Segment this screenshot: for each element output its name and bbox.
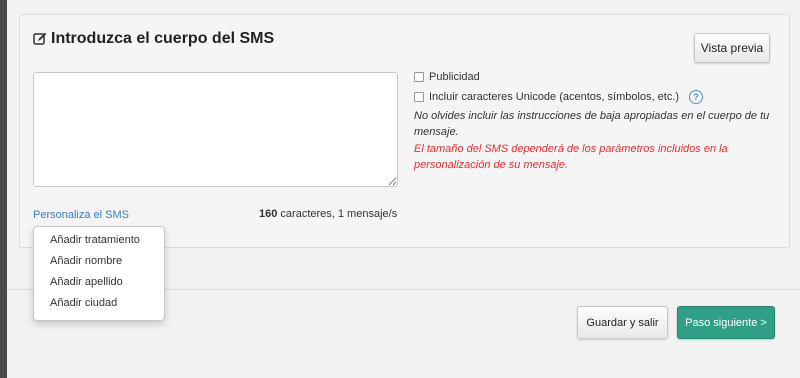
unicode-option[interactable]: Incluir caracteres Unicode (acentos, sím…: [414, 90, 704, 104]
unicode-label: Incluir caracteres Unicode (acentos, sím…: [429, 91, 680, 103]
menu-item-add-apellido[interactable]: Añadir apellido: [34, 272, 164, 293]
left-scroll-edge: [0, 0, 7, 378]
menu-item-add-nombre[interactable]: Añadir nombre: [34, 251, 164, 272]
character-count-value: 160: [259, 208, 278, 220]
publicidad-label: Publicidad: [429, 71, 480, 83]
personalize-sms-link[interactable]: Personaliza el SMS: [33, 209, 129, 221]
publicidad-checkbox[interactable]: [414, 72, 424, 82]
section-title: Introduzca el cuerpo del SMS: [33, 30, 274, 48]
question-circle-icon[interactable]: ?: [689, 90, 704, 104]
sms-body-textarea[interactable]: [33, 72, 398, 187]
edit-icon: [33, 32, 47, 46]
personalize-dropdown-menu: Añadir tratamiento Añadir nombre Añadir …: [33, 226, 165, 321]
unicode-checkbox[interactable]: [414, 92, 424, 102]
save-and-exit-button[interactable]: Guardar y salir: [577, 306, 668, 339]
menu-item-add-ciudad[interactable]: Añadir ciudad: [34, 293, 164, 314]
next-step-button[interactable]: Paso siguiente >: [677, 306, 775, 339]
preview-button[interactable]: Vista previa: [694, 33, 770, 63]
menu-item-add-tratamiento[interactable]: Añadir tratamiento: [34, 230, 164, 251]
section-title-text: Introduzca el cuerpo del SMS: [51, 30, 275, 47]
character-count-suffix: caracteres, 1 mensaje/s: [277, 208, 398, 220]
unsubscribe-note: No olvides incluir las instrucciones de …: [414, 110, 770, 138]
character-counter: 160 caracteres, 1 mensaje/s: [259, 208, 397, 220]
size-warning-note: El tamaño del SMS dependerá de los parám…: [414, 143, 728, 171]
publicidad-option[interactable]: Publicidad: [414, 71, 480, 83]
